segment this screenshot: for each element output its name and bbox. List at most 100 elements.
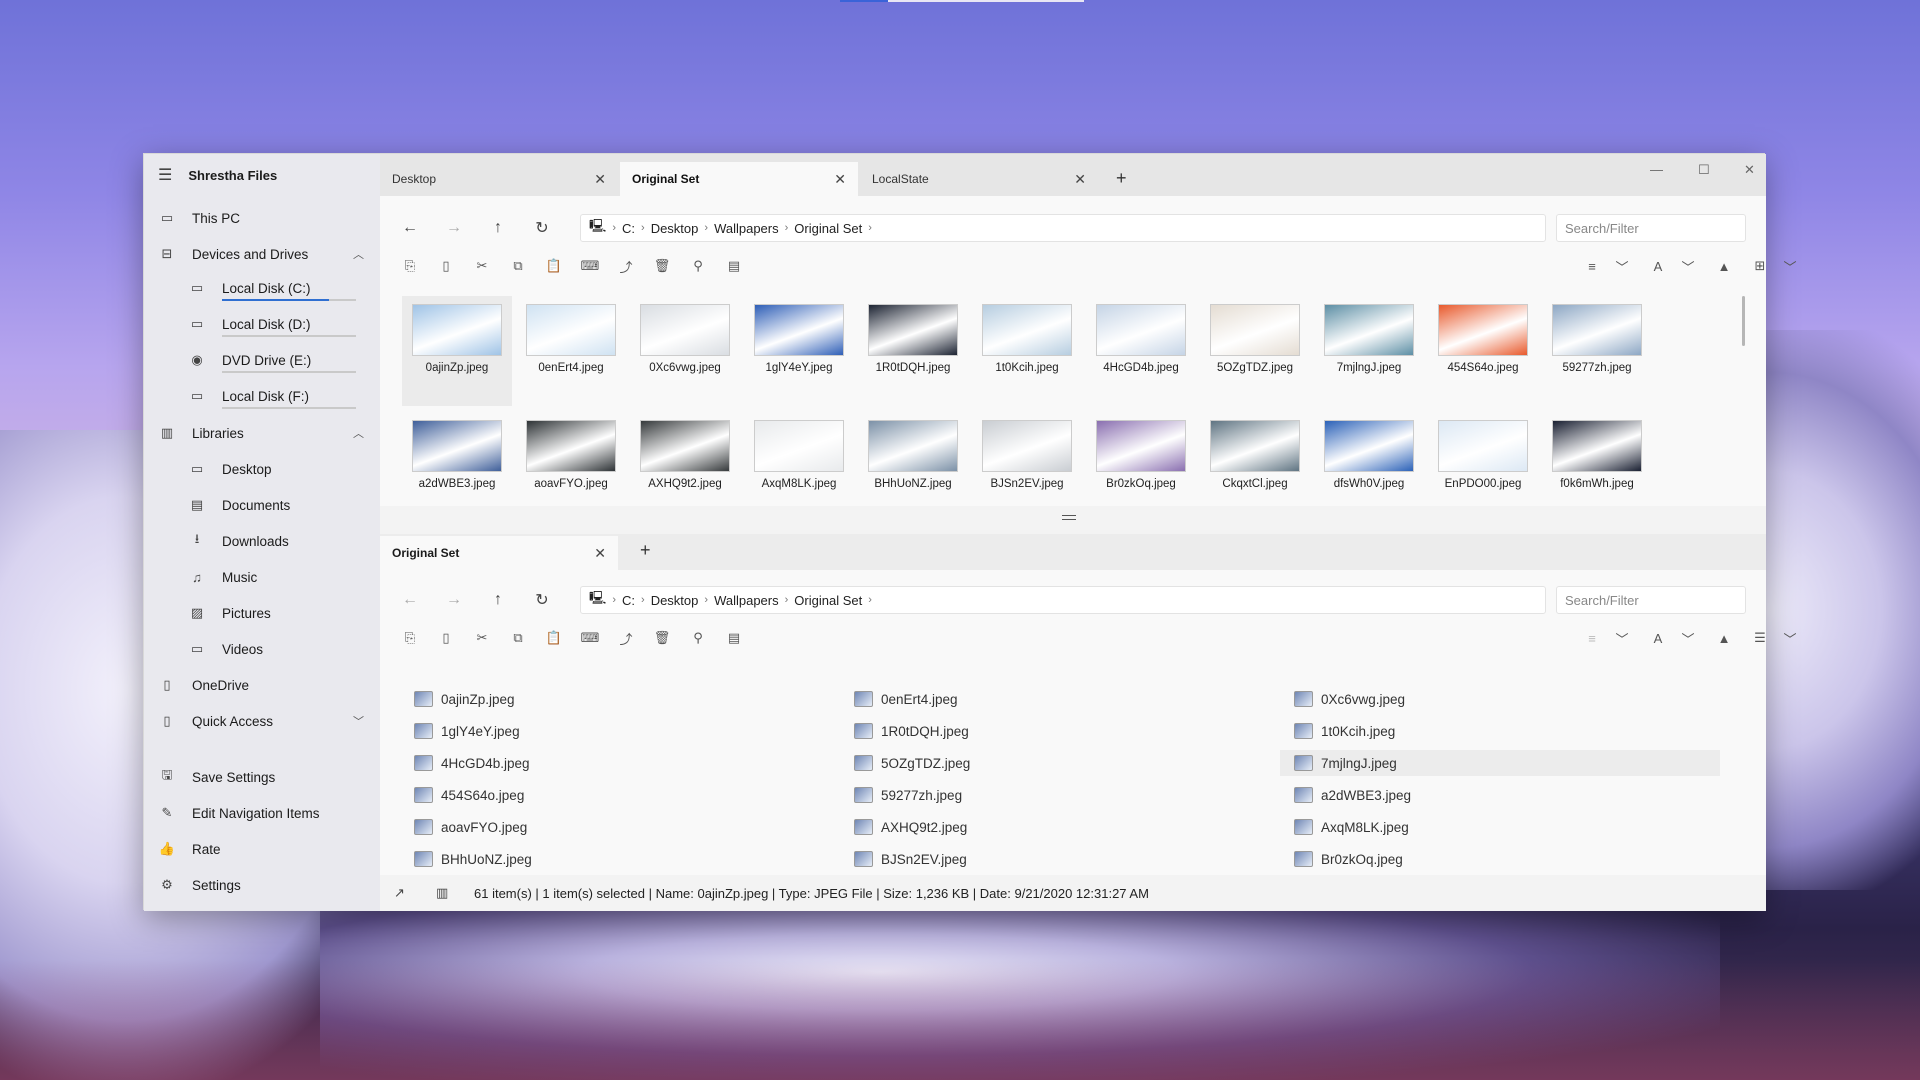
share-icon[interactable]: ⤴: [616, 628, 636, 648]
pane-splitter[interactable]: [380, 506, 1766, 534]
address-bar[interactable]: 🖳 › C: › Desktop › Wallpapers › Original…: [580, 214, 1546, 242]
search-input[interactable]: Search/Filter: [1556, 586, 1746, 614]
close-icon[interactable]: ✕: [834, 171, 846, 188]
maximize-button[interactable]: ☐: [1698, 162, 1710, 178]
chevron-down-icon[interactable]: ﹀: [1780, 628, 1800, 648]
sort-icon[interactable]: ≡: [1582, 256, 1602, 276]
chevron-down-icon[interactable]: ﹀: [1678, 628, 1698, 648]
tab-desktop[interactable]: Desktop ✕: [380, 162, 618, 196]
refresh-icon[interactable]: ↻: [532, 218, 552, 238]
close-icon[interactable]: ✕: [594, 545, 606, 562]
tab-localstate[interactable]: LocalState ✕: [860, 162, 1098, 196]
sidebar-item-drive-e[interactable]: ◉ DVD Drive (E:): [188, 346, 370, 374]
file-tile[interactable]: 5OZgTDZ.jpeg: [1200, 296, 1310, 406]
cut-icon[interactable]: ✂: [472, 628, 492, 648]
delete-icon[interactable]: 🗑: [652, 256, 672, 276]
up-arrow-icon[interactable]: ↑: [488, 218, 508, 238]
list-item[interactable]: 0Xc6vwg.jpeg: [1280, 686, 1720, 712]
new-tab-button[interactable]: +: [1116, 168, 1127, 189]
chevron-down-icon[interactable]: ﹀: [1678, 256, 1698, 276]
sidebar-item-downloads[interactable]: ⭳ Downloads: [188, 527, 370, 555]
tab-original-set[interactable]: Original Set ✕: [620, 162, 858, 196]
file-tile[interactable]: AxqM8LK.jpeg: [744, 412, 854, 502]
breadcrumb-item[interactable]: Wallpapers: [714, 221, 779, 236]
file-tile[interactable]: dfsWh0V.jpeg: [1314, 412, 1424, 502]
breadcrumb-item[interactable]: Desktop: [651, 593, 699, 608]
list-item[interactable]: 1t0Kcih.jpeg: [1280, 718, 1720, 744]
copy-icon[interactable]: ⧉: [508, 628, 528, 648]
sidebar-item-edit-navigation[interactable]: ✎ Edit Navigation Items: [158, 799, 368, 827]
breadcrumb-root[interactable]: C:: [622, 221, 635, 236]
list-item[interactable]: 1glY4eY.jpeg: [400, 718, 840, 744]
close-icon[interactable]: ✕: [594, 171, 606, 188]
properties-icon[interactable]: ▤: [724, 256, 744, 276]
sidebar-item-rate[interactable]: 👍 Rate: [158, 835, 368, 863]
minimize-button[interactable]: —: [1650, 162, 1663, 177]
file-tile[interactable]: 4HcGD4b.jpeg: [1086, 296, 1196, 406]
sidebar-item-desktop[interactable]: ▭ Desktop: [188, 455, 370, 483]
triangle-up-icon[interactable]: ▲: [1714, 628, 1734, 648]
list-item[interactable]: BJSn2EV.jpeg: [840, 846, 1280, 872]
back-arrow-icon[interactable]: ←: [400, 590, 420, 610]
chevron-down-icon[interactable]: ﹀: [1612, 256, 1632, 276]
rename-icon[interactable]: ⌨: [580, 628, 600, 648]
file-tile[interactable]: CkqxtCl.jpeg: [1200, 412, 1310, 502]
list-item[interactable]: 5OZgTDZ.jpeg: [840, 750, 1280, 776]
search-icon[interactable]: ⚲: [688, 256, 708, 276]
up-arrow-icon[interactable]: ↑: [488, 590, 508, 610]
file-tile[interactable]: EnPDO00.jpeg: [1428, 412, 1538, 502]
chevron-down-icon[interactable]: ﹀: [353, 713, 364, 729]
list-item[interactable]: 7mjlngJ.jpeg: [1280, 750, 1720, 776]
sidebar-item-settings[interactable]: ⚙ Settings: [158, 871, 368, 899]
breadcrumb-item[interactable]: Wallpapers: [714, 593, 779, 608]
font-icon[interactable]: A: [1648, 256, 1668, 276]
sidebar-item-devices[interactable]: ⊟ Devices and Drives ︿: [158, 240, 368, 268]
close-window-button[interactable]: ✕: [1744, 162, 1755, 178]
chevron-down-icon[interactable]: ﹀: [1612, 628, 1632, 648]
breadcrumb-item[interactable]: Original Set: [794, 593, 862, 608]
sidebar-item-onedrive[interactable]: ▯ OneDrive: [158, 671, 368, 699]
cut-icon[interactable]: ✂: [472, 256, 492, 276]
file-tile[interactable]: 59277zh.jpeg: [1542, 296, 1652, 406]
sidebar-item-videos[interactable]: ▭ Videos: [188, 635, 370, 663]
file-tile[interactable]: 0enErt4.jpeg: [516, 296, 626, 406]
new-tab-button[interactable]: +: [640, 540, 651, 561]
back-arrow-icon[interactable]: ←: [400, 218, 420, 238]
triangle-up-icon[interactable]: ▲: [1714, 256, 1734, 276]
breadcrumb-root[interactable]: C:: [622, 593, 635, 608]
list-item[interactable]: AxqM8LK.jpeg: [1280, 814, 1720, 840]
chevron-down-icon[interactable]: ﹀: [1780, 256, 1800, 276]
list-item[interactable]: aoavFYO.jpeg: [400, 814, 840, 840]
font-icon[interactable]: A: [1648, 628, 1668, 648]
sidebar-item-libraries[interactable]: ▥ Libraries ︿: [158, 419, 368, 447]
file-tile[interactable]: f0k6mWh.jpeg: [1542, 412, 1652, 502]
breadcrumb-item[interactable]: Desktop: [651, 221, 699, 236]
sidebar-item-drive-f[interactable]: ▭ Local Disk (F:): [188, 382, 370, 410]
paste-icon[interactable]: 📋: [544, 628, 564, 648]
file-tile[interactable]: a2dWBE3.jpeg: [402, 412, 512, 502]
new-item-icon[interactable]: ⎘: [400, 256, 420, 276]
sidebar-item-quick-access[interactable]: ▯ Quick Access ﹀: [158, 707, 368, 735]
list-item[interactable]: Br0zkOq.jpeg: [1280, 846, 1720, 872]
file-tile[interactable]: BJSn2EV.jpeg: [972, 412, 1082, 502]
search-input[interactable]: Search/Filter: [1556, 214, 1746, 242]
search-icon[interactable]: ⚲: [688, 628, 708, 648]
hamburger-menu-icon[interactable]: ☰: [158, 165, 172, 185]
sidebar-item-music[interactable]: ♫ Music: [188, 563, 370, 591]
sidebar-item-pictures[interactable]: ▨ Pictures: [188, 599, 370, 627]
sidebar-item-documents[interactable]: ▤ Documents: [188, 491, 370, 519]
list-item[interactable]: BHhUoNZ.jpeg: [400, 846, 840, 872]
sidebar-item-this-pc[interactable]: ▭ This PC: [158, 204, 368, 232]
splitter-grip-icon[interactable]: [1062, 515, 1076, 520]
file-tile[interactable]: AXHQ9t2.jpeg: [630, 412, 740, 502]
chevron-up-icon[interactable]: ︿: [353, 425, 364, 441]
file-tile[interactable]: 454S64o.jpeg: [1428, 296, 1538, 406]
new-item-icon[interactable]: ⎘: [400, 628, 420, 648]
list-item[interactable]: 0enErt4.jpeg: [840, 686, 1280, 712]
sidebar-item-drive-d[interactable]: ▭ Local Disk (D:): [188, 310, 370, 338]
list-item[interactable]: 1R0tDQH.jpeg: [840, 718, 1280, 744]
forward-arrow-icon[interactable]: →: [444, 218, 464, 238]
trend-icon[interactable]: ↗: [394, 885, 405, 901]
file-tile[interactable]: 0ajinZp.jpeg: [402, 296, 512, 406]
list-item[interactable]: a2dWBE3.jpeg: [1280, 782, 1720, 808]
